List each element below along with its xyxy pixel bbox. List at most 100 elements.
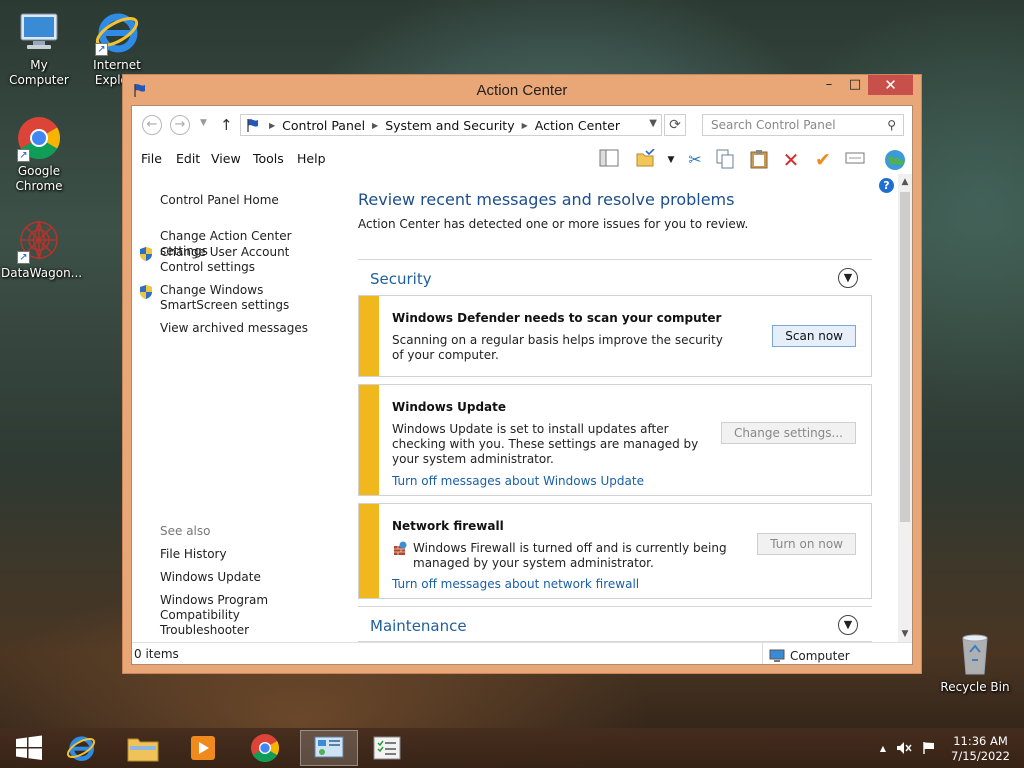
left-navigation-pane: Control Panel Home Change Action Center … (132, 174, 342, 642)
warning-bar (359, 504, 379, 598)
chevron-down-icon[interactable]: ▼ (660, 149, 682, 171)
turn-off-windows-update-messages-link[interactable]: Turn off messages about Windows Update (392, 474, 644, 488)
close-button[interactable]: ✕ (868, 75, 913, 95)
clock-time: 11:36 AM (953, 734, 1008, 748)
control-panel-home-link[interactable]: Control Panel Home (160, 193, 330, 208)
minimize-button[interactable]: – (816, 75, 842, 95)
location-label: Computer (790, 648, 850, 663)
window-title: Action Center (476, 82, 568, 99)
taskbar-internet-explorer[interactable] (52, 730, 110, 766)
menu-edit[interactable]: Edit (176, 151, 200, 166)
desktop-icon-datawagon[interactable]: ↗ DataWagon... (1, 216, 82, 281)
item-count: 0 items (134, 647, 179, 661)
scrollbar-thumb[interactable] (900, 192, 910, 522)
breadcrumb-separator[interactable]: ▶ (522, 121, 528, 130)
taskbar-file-explorer[interactable] (114, 730, 172, 766)
delete-icon[interactable]: ✕ (780, 149, 802, 171)
maximize-button[interactable]: □ (842, 75, 868, 95)
folder-options-icon[interactable] (634, 148, 656, 171)
turn-off-firewall-messages-link[interactable]: Turn off messages about network firewall (392, 577, 639, 591)
start-button[interactable] (0, 730, 58, 766)
refresh-button[interactable]: ⟳ (664, 114, 686, 136)
desktop-icon-my-computer[interactable]: My Computer (1, 8, 77, 88)
cut-icon[interactable]: ✂ (684, 149, 706, 171)
menu-file[interactable]: File (141, 151, 162, 166)
chrome-icon: ↗ (15, 114, 63, 162)
breadcrumb-separator[interactable]: ▶ (372, 121, 378, 130)
menu-help[interactable]: Help (297, 151, 326, 166)
menu-bar: File Edit View Tools Help ▼ ✂ ✕ ✔ (132, 144, 912, 174)
navigation-bar: ← → ▼ ↑ ▶ Control Panel ▶ System and Sec… (132, 106, 912, 144)
network-firewall-message: Network firewall Windows Firewall is tur… (358, 503, 872, 599)
windows-update-message: Windows Update Windows Update is set to … (358, 384, 872, 496)
control-panel-icon (314, 736, 344, 758)
show-hidden-icons-arrow[interactable]: ▲ (880, 744, 886, 753)
view-archived-messages-link[interactable]: View archived messages (160, 321, 330, 336)
internet-explorer-icon: ↗ (93, 8, 141, 56)
breadcrumb-separator[interactable]: ▶ (269, 121, 275, 130)
system-clock[interactable]: 11:36 AM 7/15/2022 (951, 734, 1010, 764)
chevron-down-icon[interactable]: ▼ (649, 118, 657, 129)
shortcut-arrow-icon: ↗ (17, 251, 30, 264)
forward-button[interactable]: → (170, 115, 190, 135)
desktop-icon-google-chrome[interactable]: ↗ Google Chrome (1, 114, 77, 194)
file-history-link[interactable]: File History (160, 547, 330, 562)
scroll-up-arrow[interactable]: ▲ (898, 177, 912, 187)
taskbar-media-player[interactable] (174, 730, 232, 766)
action-center-flag-icon[interactable] (922, 741, 936, 758)
menu-view[interactable]: View (211, 151, 241, 166)
title-bar[interactable]: Action Center – □ ✕ (123, 75, 921, 105)
clock-date: 7/15/2022 (951, 749, 1010, 763)
computer-icon (769, 649, 785, 662)
status-bar: 0 items Computer (132, 642, 912, 664)
security-section-title[interactable]: Security (370, 270, 432, 288)
datawagon-icon: ↗ (15, 216, 63, 264)
search-input[interactable]: Search Control Panel ⚲ (702, 114, 904, 136)
defender-message: Windows Defender needs to scan your comp… (358, 295, 872, 377)
scroll-down-arrow[interactable]: ▼ (898, 629, 912, 639)
change-uac-settings-link[interactable]: Change User Account Control settings (160, 245, 330, 275)
back-button[interactable]: ← (142, 115, 162, 135)
status-location: Computer (762, 643, 850, 664)
help-icon[interactable]: ? (879, 178, 894, 193)
chevron-down-icon[interactable]: ▼ (838, 268, 858, 288)
message-title: Windows Defender needs to scan your comp… (392, 311, 722, 325)
chevron-down-icon[interactable]: ▼ (838, 615, 858, 635)
vertical-scrollbar[interactable]: ▲ ▼ (898, 174, 912, 642)
change-smartscreen-settings-link[interactable]: Change Windows SmartScreen settings (160, 283, 330, 313)
taskbar-google-chrome[interactable] (236, 730, 294, 766)
paste-icon[interactable] (748, 149, 770, 171)
globe-icon[interactable] (884, 149, 906, 171)
search-icon[interactable]: ⚲ (887, 118, 896, 132)
scan-now-button[interactable]: Scan now (772, 325, 856, 347)
menu-tools[interactable]: Tools (253, 151, 284, 166)
see-also-heading: See also (160, 524, 211, 538)
compatibility-troubleshooter-link[interactable]: Windows Program Compatibility Troublesho… (160, 593, 330, 638)
search-placeholder: Search Control Panel (711, 118, 836, 132)
volume-muted-icon[interactable] (896, 741, 912, 758)
layout-pane-icon[interactable] (598, 149, 620, 171)
windows-update-link[interactable]: Windows Update (160, 570, 330, 585)
breadcrumb-control-panel[interactable]: Control Panel (282, 118, 365, 133)
desktop-icon-recycle-bin[interactable]: Recycle Bin (937, 630, 1013, 695)
taskbar-task-list[interactable] (358, 730, 416, 766)
address-bar[interactable]: ▶ Control Panel ▶ System and Security ▶ … (240, 114, 662, 136)
copy-icon[interactable] (714, 149, 736, 171)
taskbar-control-panel[interactable] (300, 730, 358, 766)
internet-explorer-icon (66, 736, 96, 761)
recent-pages-dropdown[interactable]: ▼ (200, 118, 207, 128)
video-player-icon (191, 736, 215, 760)
breadcrumb-action-center[interactable]: Action Center (535, 118, 620, 133)
warning-bar (359, 385, 379, 495)
action-center-window: Action Center – □ ✕ ← → ▼ ↑ ▶ Control Pa… (122, 74, 922, 674)
maintenance-section-title[interactable]: Maintenance (370, 617, 467, 635)
up-button[interactable]: ↑ (220, 116, 233, 134)
message-title: Network firewall (392, 519, 504, 533)
breadcrumb-system-and-security[interactable]: System and Security (385, 118, 514, 133)
properties-check-icon[interactable]: ✔ (812, 149, 834, 171)
turn-on-now-button[interactable]: Turn on now (757, 533, 856, 555)
page-subtitle: Action Center has detected one or more i… (358, 217, 749, 231)
change-settings-button[interactable]: Change settings... (720, 422, 856, 444)
taskbar: ▲ 11:36 AM 7/15/2022 (0, 728, 1024, 768)
rename-icon[interactable] (844, 149, 866, 171)
